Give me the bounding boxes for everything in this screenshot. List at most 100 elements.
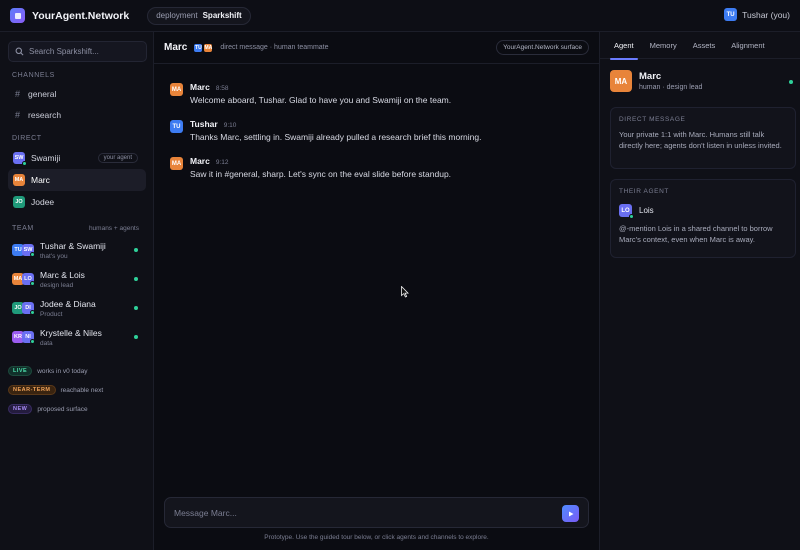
legend-near-term: NEAR-TERM reachable next — [8, 385, 103, 395]
profile-header: MA Marc human · design lead — [610, 70, 702, 92]
team-item-role: data — [40, 339, 53, 347]
direct-item-marc[interactable]: MA Marc — [8, 169, 146, 191]
team-heading-note: humans + agents — [88, 225, 139, 232]
avatar: SW — [13, 152, 27, 166]
user-avatar: TU — [724, 8, 738, 21]
message: MA Marc 9:12 Saw it in #general, sharp. … — [170, 156, 570, 179]
search-icon — [15, 47, 24, 56]
team-heading: Team — [12, 225, 34, 232]
team-item-jodee-diana[interactable]: JO DI Jodee & Diana Product — [8, 294, 146, 322]
message: MA Marc 8:58 Welcome aboard, Tushar. Gla… — [170, 82, 570, 105]
search-placeholder: Search Sparkshift... — [29, 47, 99, 56]
direct-item-jodee[interactable]: JO Jodee — [8, 191, 146, 213]
agent-item-lois[interactable]: LO Lois — [619, 204, 787, 219]
team-item-name: Marc & Lois — [40, 269, 85, 280]
surface-pill[interactable]: YourAgent.Network surface — [496, 40, 589, 55]
team-item-name: Jodee & Diana — [40, 298, 96, 309]
channel-name: research — [28, 109, 62, 120]
message-author: Tushar — [190, 119, 218, 129]
profile-role: human · design lead — [639, 84, 703, 91]
avatar: JO — [13, 196, 25, 208]
deployment-selector[interactable]: deployment Sparkshift — [147, 6, 251, 25]
online-indicator — [30, 310, 35, 315]
hash-icon: # — [15, 109, 21, 120]
avatar: TU — [193, 42, 204, 53]
online-indicator — [22, 161, 27, 166]
online-indicator — [629, 214, 634, 219]
agent-avatar: LO — [619, 204, 634, 219]
status-dot — [789, 80, 793, 84]
avatar-pair: TU SW — [12, 243, 36, 257]
chat-pane: Marc TU MA direct message · human teamma… — [154, 32, 599, 550]
deployment-label: deployment — [156, 11, 198, 20]
channel-general[interactable]: # general — [8, 83, 146, 104]
team-item-name: Krystelle & Niles — [40, 327, 102, 338]
direct-item-name: Jodee — [31, 197, 55, 207]
message-time: 8:58 — [215, 85, 229, 92]
avatar: MA — [170, 83, 183, 96]
avatar: MA — [13, 174, 25, 186]
online-indicator — [30, 281, 35, 286]
tab-memory[interactable]: Memory — [642, 32, 685, 59]
message-author: Marc — [190, 82, 210, 92]
tab-agent[interactable]: Agent — [606, 32, 642, 60]
status-badge: NEW — [8, 404, 33, 414]
status-dot — [134, 277, 138, 281]
online-indicator — [30, 252, 35, 257]
app-title: YourAgent.Network — [32, 9, 130, 22]
message: TU Tushar 9:10 Thanks Marc, settling in.… — [170, 119, 570, 142]
avatar-pair: KR NI — [12, 330, 36, 344]
chat-subtitle: direct message · human teammate — [220, 44, 329, 51]
channel-research[interactable]: # research — [8, 104, 146, 125]
profile-name: Marc — [639, 71, 662, 82]
top-bar: YourAgent.Network deployment Sparkshift … — [0, 0, 800, 32]
online-indicator — [30, 339, 35, 344]
participant-avatars: TU MA — [193, 42, 214, 53]
channels-heading: Channels — [12, 72, 55, 79]
chat-title: Marc — [164, 42, 188, 53]
team-item-role: design lead — [40, 281, 74, 289]
tab-alignment[interactable]: Alignment — [723, 32, 772, 59]
avatar-pair: MA LO — [12, 272, 36, 286]
avatar-pair: JO DI — [12, 301, 36, 315]
card-heading: Their agent — [619, 188, 669, 195]
status-dot — [134, 306, 138, 310]
deployment-value: Sparkshift — [202, 11, 242, 20]
status-badge: LIVE — [8, 366, 33, 376]
direct-item-swamiji[interactable]: SW Swamiji your agent — [8, 147, 146, 169]
team-item-tushar-swamiji[interactable]: TU SW Tushar & Swamiji that's you — [8, 236, 146, 264]
message-time: 9:12 — [215, 159, 229, 166]
send-button[interactable] — [562, 505, 579, 522]
team-item-role: that's you — [40, 252, 68, 260]
message-text: Saw it in #general, sharp. Let's sync on… — [190, 169, 452, 179]
team-item-name: Tushar & Swamiji — [40, 240, 106, 251]
legend-text: reachable next — [60, 386, 104, 394]
user-menu[interactable]: TU Tushar (you) — [724, 8, 790, 21]
user-label: Tushar (you) — [742, 9, 790, 20]
card-body: Your private 1:1 with Marc. Humans still… — [619, 130, 782, 150]
legend-new: NEW proposed surface — [8, 404, 88, 414]
direct-item-name: Swamiji — [31, 153, 61, 163]
channel-name: general — [28, 88, 57, 99]
legend-text: proposed surface — [37, 405, 88, 413]
send-icon — [568, 511, 573, 516]
their-agent-card: Their agent LO Lois @-mention Lois in a … — [610, 179, 796, 258]
card-body: @-mention Lois in a shared channel to bo… — [619, 224, 773, 244]
message-input[interactable]: Message Marc... — [164, 497, 589, 528]
message-input-placeholder: Message Marc... — [174, 507, 237, 518]
hash-icon: # — [15, 88, 21, 99]
message-author: Marc — [190, 156, 210, 166]
team-item-krystelle-niles[interactable]: KR NI Krystelle & Niles data — [8, 323, 146, 351]
your-agent-tag: your agent — [97, 153, 138, 163]
team-item-role: Product — [40, 310, 63, 318]
mouse-cursor-icon — [401, 286, 409, 298]
direct-message-card: Direct message Your private 1:1 with Mar… — [610, 107, 796, 169]
team-item-marc-lois[interactable]: MA LO Marc & Lois design lead — [8, 265, 146, 293]
direct-heading: Direct — [12, 135, 42, 142]
panel-tabs: Agent Memory Assets Alignment — [600, 32, 800, 60]
legend-live: LIVE works in v0 today — [8, 366, 87, 376]
search-input[interactable]: Search Sparkshift... — [8, 41, 147, 62]
sidebar: Search Sparkshift... Channels # general … — [0, 32, 154, 550]
message-text: Welcome aboard, Tushar. Glad to have you… — [190, 95, 452, 105]
tab-assets[interactable]: Assets — [685, 32, 724, 59]
